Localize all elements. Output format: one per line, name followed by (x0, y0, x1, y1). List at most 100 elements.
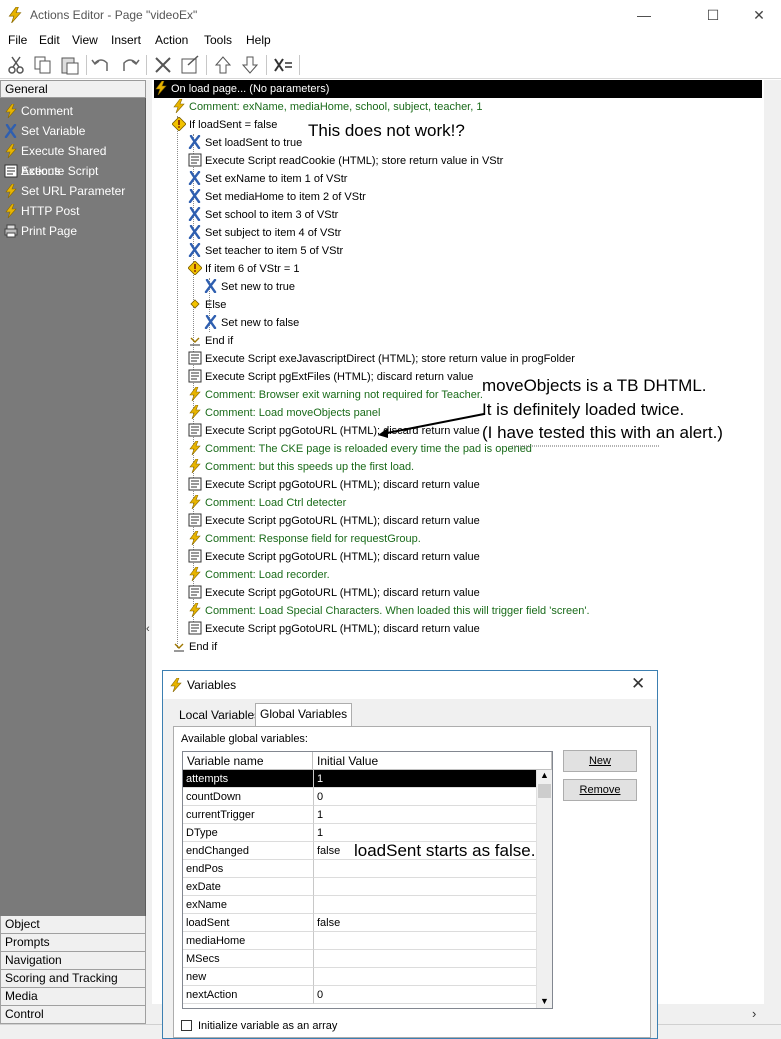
palette-item-print-page[interactable]: Print Page (2, 221, 142, 241)
action-row[interactable]: Set exName to item 1 of VStr (188, 170, 347, 188)
palette-category-prompts[interactable]: Prompts (0, 934, 146, 952)
action-row[interactable]: End if (188, 332, 233, 350)
minimize-button[interactable]: — (621, 0, 667, 30)
palette-item-http-post[interactable]: HTTP Post (2, 201, 142, 221)
action-row[interactable]: If loadSent = false (172, 116, 277, 134)
variable-name-cell[interactable]: loadSent (183, 914, 313, 932)
action-row[interactable]: Comment: exName, mediaHome, school, subj… (172, 98, 482, 116)
action-row[interactable]: Execute Script pgGotoURL (HTML); discard… (188, 476, 480, 494)
palette-item-execute-script[interactable]: Execute Script (2, 161, 142, 181)
variable-value-cell[interactable]: false (313, 914, 536, 932)
action-row[interactable]: Comment: Load moveObjects panel (188, 404, 380, 422)
maximize-button[interactable]: ☐ (690, 0, 736, 30)
move-down-icon[interactable] (238, 53, 262, 77)
palette-category-control[interactable]: Control (0, 1006, 146, 1024)
column-header-initial-value[interactable]: Initial Value (313, 752, 552, 770)
variable-name-cell[interactable]: exDate (183, 878, 313, 896)
menu-action[interactable]: Action (155, 33, 188, 47)
variable-name-cell[interactable]: DType (183, 824, 313, 842)
action-row[interactable]: Comment: Load recorder. (188, 566, 330, 584)
undo-icon[interactable] (89, 53, 113, 77)
action-row[interactable]: Execute Script pgGotoURL (HTML); discard… (188, 512, 480, 530)
variable-value-cell[interactable]: 0 (313, 986, 536, 1004)
palette-category-media[interactable]: Media (0, 988, 146, 1006)
action-row[interactable]: Execute Script pgGotoURL (HTML); discard… (188, 548, 480, 566)
menu-edit[interactable]: Edit (39, 33, 60, 47)
palette-category-object[interactable]: Object (0, 916, 146, 934)
variable-value-cell[interactable] (313, 878, 536, 896)
action-row[interactable]: On load page... (No parameters) (154, 80, 762, 98)
action-row[interactable]: Set new to false (204, 314, 299, 332)
variable-name-cell[interactable]: endChanged (183, 842, 313, 860)
action-row[interactable]: Set new to true (204, 278, 295, 296)
copy-icon[interactable] (31, 53, 55, 77)
column-header-variable-name[interactable]: Variable name (183, 752, 313, 770)
action-row[interactable]: Comment: Load Ctrl detecter (188, 494, 346, 512)
action-row[interactable]: Comment: The CKE page is reloaded every … (188, 440, 532, 458)
action-row[interactable]: Execute Script readCookie (HTML); store … (188, 152, 503, 170)
action-row[interactable]: If item 6 of VStr = 1 (188, 260, 299, 278)
move-up-icon[interactable] (211, 53, 235, 77)
checkbox-box[interactable] (181, 1020, 192, 1031)
grid-scrollbar[interactable]: ▲ ▼ (536, 770, 552, 1008)
variable-name-cell[interactable]: MSecs (183, 950, 313, 968)
new-variable-button[interactable]: New (563, 750, 637, 772)
variable-value-cell[interactable]: 1 (313, 824, 536, 842)
action-row[interactable]: Set school to item 3 of VStr (188, 206, 338, 224)
paste-icon[interactable] (58, 53, 82, 77)
scroll-down-icon[interactable]: ▼ (540, 996, 549, 1006)
variable-name-cell[interactable]: countDown (183, 788, 313, 806)
action-row[interactable]: End if (172, 638, 217, 656)
variable-value-cell[interactable]: 0 (313, 788, 536, 806)
menu-file[interactable]: File (8, 33, 27, 47)
action-row[interactable]: Comment: but this speeds up the first lo… (188, 458, 414, 476)
variable-name-cell[interactable]: exName (183, 896, 313, 914)
menu-view[interactable]: View (72, 33, 98, 47)
palette-item-comment[interactable]: Comment (2, 101, 142, 121)
palette-item-set-url-parameter[interactable]: Set URL Parameter (2, 181, 142, 201)
action-row[interactable]: Execute Script pgExtFiles (HTML); discar… (188, 368, 473, 386)
collapse-arrow-icon[interactable]: ‹ (146, 623, 150, 635)
variable-value-cell[interactable] (313, 932, 536, 950)
variable-value-cell[interactable]: 1 (313, 770, 536, 788)
palette-category-scoring-and-tracking[interactable]: Scoring and Tracking (0, 970, 146, 988)
properties-icon[interactable] (178, 53, 202, 77)
action-row[interactable]: Execute Script pgGotoURL (HTML); discard… (188, 584, 480, 602)
scroll-up-icon[interactable]: ▲ (540, 770, 549, 780)
action-row[interactable]: Else (188, 296, 226, 314)
variable-value-cell[interactable]: 1 (313, 806, 536, 824)
array-checkbox[interactable]: Initialize variable as an array (181, 1020, 337, 1032)
dialog-close-button[interactable]: ✕ (631, 674, 645, 694)
scroll-right-icon[interactable]: › (752, 1006, 756, 1021)
variable-value-cell[interactable] (313, 896, 536, 914)
delete-icon[interactable] (151, 53, 175, 77)
variable-name-cell[interactable]: attempts (183, 770, 313, 788)
action-row[interactable]: Comment: Load Special Characters. When l… (188, 602, 590, 620)
palette-category-navigation[interactable]: Navigation (0, 952, 146, 970)
variable-name-cell[interactable]: new (183, 968, 313, 986)
remove-variable-button[interactable]: Remove (563, 779, 637, 801)
palette-header-general[interactable]: General (0, 80, 146, 98)
menu-help[interactable]: Help (246, 33, 271, 47)
tab-global-variables[interactable]: Global Variables (255, 703, 353, 727)
variable-name-cell[interactable]: endPos (183, 860, 313, 878)
action-row[interactable]: Set mediaHome to item 2 of VStr (188, 188, 366, 206)
variable-value-cell[interactable] (313, 860, 536, 878)
tab-local-variables[interactable]: Local Variables (175, 705, 264, 727)
action-row[interactable]: Set teacher to item 5 of VStr (188, 242, 343, 260)
action-row[interactable]: Set loadSent to true (188, 134, 302, 152)
palette-item-set-variable[interactable]: Set Variable (2, 121, 142, 141)
palette-item-execute-shared-actions[interactable]: Execute Shared Actions (2, 141, 142, 178)
action-row[interactable]: Execute Script exeJavascriptDirect (HTML… (188, 350, 575, 368)
grid-scroll-thumb[interactable] (538, 784, 551, 798)
action-row[interactable]: Comment: Browser exit warning not requir… (188, 386, 483, 404)
close-button[interactable]: ✕ (736, 0, 781, 30)
redo-icon[interactable] (118, 53, 142, 77)
variable-name-cell[interactable]: nextAction (183, 986, 313, 1004)
variable-name-cell[interactable]: mediaHome (183, 932, 313, 950)
variable-value-cell[interactable] (313, 950, 536, 968)
action-row[interactable]: Execute Script pgGotoURL (HTML); discard… (188, 620, 480, 638)
variable-value-cell[interactable] (313, 968, 536, 986)
menu-insert[interactable]: Insert (111, 33, 141, 47)
menu-tools[interactable]: Tools (204, 33, 232, 47)
